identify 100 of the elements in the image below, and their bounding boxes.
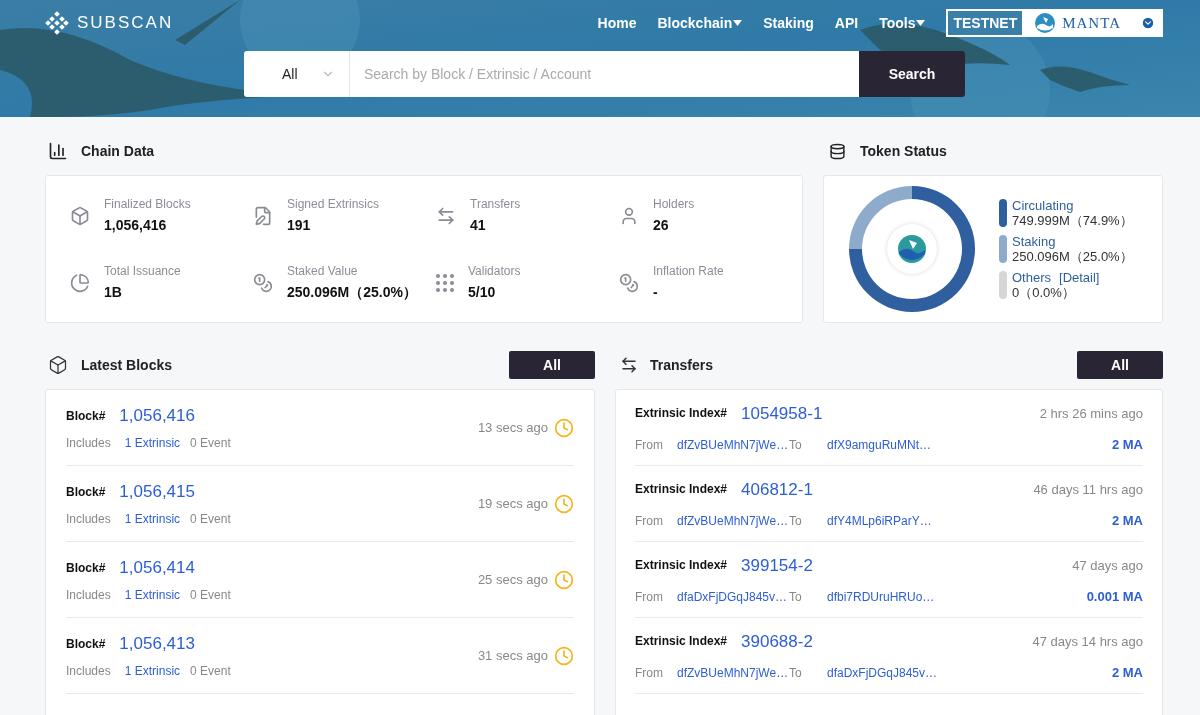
stat-label: Staked Value xyxy=(287,263,359,280)
event-count: 0 Event xyxy=(190,587,231,605)
coins-icon xyxy=(253,272,273,293)
dropdown-icon xyxy=(1141,16,1155,30)
extrinsic-index-label: Extrinsic Index# xyxy=(635,557,728,575)
address-link[interactable]: dfZvBUeMhN7jWe… xyxy=(677,435,789,454)
stat-label: Inflation Rate xyxy=(653,263,724,280)
network-name: MANTA xyxy=(1062,13,1121,33)
stat-value: 41 xyxy=(470,216,487,235)
filter-select[interactable]: All xyxy=(244,51,350,97)
event-count: 0 Event xyxy=(190,435,231,453)
database-icon xyxy=(829,142,846,160)
block-time: 31 secs ago xyxy=(477,646,548,665)
extrinsic-index-label: Extrinsic Index# xyxy=(635,405,728,423)
detail-link[interactable]: [Detail] xyxy=(1059,270,1100,285)
block-label: Block# xyxy=(66,635,106,653)
address-link[interactable]: dfZvBUeMhN7jWe… xyxy=(677,511,789,530)
block-label: Block# xyxy=(66,483,106,501)
nav-link[interactable]: Staking xyxy=(763,12,814,34)
extrinsic-index-link[interactable]: 1054958-1 xyxy=(741,400,823,426)
block-time: 25 secs ago xyxy=(477,570,548,589)
from-label: From xyxy=(635,664,664,682)
network-selector[interactable]: TESTNET MANTA xyxy=(946,9,1163,37)
section-title: Chain Data xyxy=(81,141,155,161)
all-button[interactable]: All xyxy=(1077,351,1163,379)
clock-icon xyxy=(554,493,574,514)
event-count: 0 Event xyxy=(190,511,231,529)
address-link[interactable]: dfX9amguRuMNt… xyxy=(827,435,932,454)
extrinsic-index-label: Extrinsic Index# xyxy=(635,633,728,651)
address-link[interactable]: dfaDxFjDGqJ845v… xyxy=(827,663,938,682)
transfer-amount: 2 MA xyxy=(1111,436,1143,454)
block-label: Block# xyxy=(66,559,106,577)
extrinsic-index-link[interactable]: 390688-2 xyxy=(741,628,813,654)
address-link[interactable]: dfaDxFjDGqJ845v… xyxy=(677,587,789,606)
nav-link[interactable]: Home xyxy=(597,12,637,34)
extrinsic-index-link[interactable]: 399154-2 xyxy=(741,552,813,578)
legend-label: Circulating xyxy=(1012,198,1074,213)
address-link[interactable]: dfbi7RDUruHRUo… xyxy=(827,587,935,606)
clock-icon xyxy=(554,569,574,590)
bar-chart-icon xyxy=(48,141,68,161)
extrinsic-index-label: Extrinsic Index# xyxy=(635,481,728,499)
stat-value: 5/10 xyxy=(468,283,497,302)
document-pen-icon xyxy=(253,205,273,226)
from-label: From xyxy=(635,512,664,530)
coins-icon xyxy=(619,272,639,293)
logo-text[interactable]: SUBSCAN xyxy=(77,10,174,36)
from-label: From xyxy=(635,588,664,606)
legend-value: 0（0.0%） xyxy=(1012,285,1076,300)
search-field[interactable]: Search by Block / Extrinsic / Account xyxy=(350,51,859,97)
nav-link[interactable]: Tools xyxy=(879,12,926,34)
stat-value: 191 xyxy=(287,216,312,235)
cube-icon xyxy=(48,355,68,375)
legend-label: Staking xyxy=(1012,234,1056,249)
extrinsic-link[interactable]: 1 Extrinsic xyxy=(124,510,181,529)
transfer-amount: 2 MA xyxy=(1111,512,1143,530)
caret-icon xyxy=(916,20,926,26)
includes-label: Includes xyxy=(66,435,111,453)
stat-label: Validators xyxy=(468,263,521,280)
transfer-time: 47 days 14 hrs ago xyxy=(1032,632,1143,651)
network-badge: TESTNET xyxy=(946,9,1025,37)
search-button[interactable]: Search xyxy=(859,51,965,97)
extrinsic-link[interactable]: 1 Extrinsic xyxy=(124,586,181,605)
manta-logo-icon xyxy=(897,234,927,264)
to-label: To xyxy=(789,512,803,530)
address-link[interactable]: dfZvBUeMhN7jWe… xyxy=(677,663,789,682)
block-number-link[interactable]: 1,056,416 xyxy=(119,402,195,429)
to-label: To xyxy=(789,436,803,454)
nav-link[interactable]: Blockchain xyxy=(657,12,743,34)
from-label: From xyxy=(635,436,664,454)
dots-grid-icon xyxy=(436,273,454,292)
transfer-time: 46 days 11 hrs ago xyxy=(1033,480,1143,499)
event-count: 0 Event xyxy=(190,663,231,681)
block-number-link[interactable]: 1,056,413 xyxy=(119,630,195,657)
to-label: To xyxy=(789,664,803,682)
stat-value: 250.096M（25.0%） xyxy=(287,283,417,302)
caret-icon xyxy=(733,20,743,26)
stat-value: - xyxy=(653,283,659,302)
includes-label: Includes xyxy=(66,663,111,681)
block-number-link[interactable]: 1,056,414 xyxy=(119,554,195,581)
cube-icon xyxy=(70,205,90,226)
extrinsic-index-link[interactable]: 406812-1 xyxy=(741,476,813,502)
stat-label: Transfers xyxy=(470,196,521,213)
block-number-link[interactable]: 1,056,415 xyxy=(119,478,195,505)
extrinsic-link[interactable]: 1 Extrinsic xyxy=(124,434,181,453)
stat-value: 1B xyxy=(104,283,123,302)
block-time: 13 secs ago xyxy=(477,418,548,437)
clock-icon xyxy=(554,645,574,666)
block-label: Block# xyxy=(66,407,106,425)
extrinsic-link[interactable]: 1 Extrinsic xyxy=(124,662,181,681)
all-button[interactable]: All xyxy=(509,351,595,379)
stat-label: Signed Extrinsics xyxy=(287,196,380,213)
transfer-icon xyxy=(620,356,638,374)
nav-link[interactable]: API xyxy=(834,12,859,34)
stat-label: Total Issuance xyxy=(104,263,181,280)
stat-value: 1,056,416 xyxy=(104,216,168,235)
block-time: 19 secs ago xyxy=(477,494,548,513)
legend-label: Others xyxy=(1012,270,1051,285)
logo-icon xyxy=(45,11,69,35)
legend-value: 749.999M（74.9%） xyxy=(1012,213,1133,228)
address-link[interactable]: dfY4MLp6iRParY… xyxy=(827,511,932,530)
